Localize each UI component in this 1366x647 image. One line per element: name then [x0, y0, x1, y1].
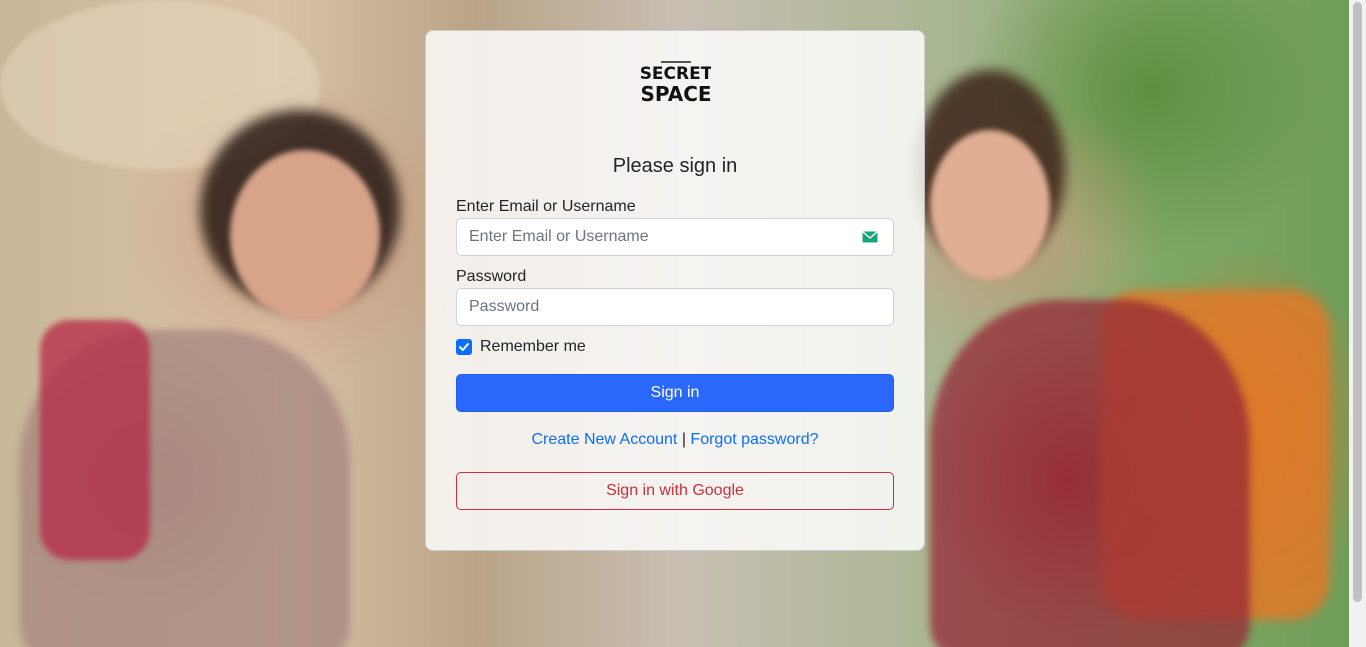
logo-text-bottom: SPACE — [641, 82, 711, 106]
google-sign-in-button[interactable]: Sign in with Google — [456, 472, 894, 510]
checkmark-icon — [459, 343, 469, 351]
scrollbar-thumb[interactable] — [1353, 2, 1362, 602]
secret-space-logo: SECRET SPACE — [641, 61, 711, 106]
create-account-link[interactable]: Create New Account — [532, 431, 678, 448]
page-scrollbar[interactable] — [1349, 0, 1366, 647]
forgot-password-link[interactable]: Forgot password? — [690, 431, 818, 448]
envelope-icon — [862, 231, 878, 243]
logo-text-top: SECRET — [641, 64, 711, 84]
remember-me-checkbox[interactable] — [456, 339, 472, 355]
email-input[interactable] — [456, 218, 894, 256]
background-photo-person-right — [930, 300, 1250, 647]
background-photo-face-right — [930, 130, 1050, 280]
password-label: Password — [456, 268, 527, 285]
page-title: Please sign in — [612, 155, 738, 177]
password-input[interactable] — [456, 288, 894, 326]
remember-me-label[interactable]: Remember me — [480, 338, 586, 356]
account-links: Create New Account | Forgot password? — [426, 431, 924, 449]
background-photo-face-left — [230, 150, 380, 320]
remember-me-row[interactable]: Remember me — [456, 338, 586, 356]
email-label: Enter Email or Username — [456, 198, 636, 215]
link-separator: | — [681, 431, 686, 448]
sign-in-button[interactable]: Sign in — [456, 374, 894, 412]
login-page: SECRET SPACE Please sign in Enter Email … — [0, 0, 1366, 647]
login-card: SECRET SPACE Please sign in Enter Email … — [425, 30, 925, 551]
background-photo-backpack-strap — [40, 320, 150, 560]
